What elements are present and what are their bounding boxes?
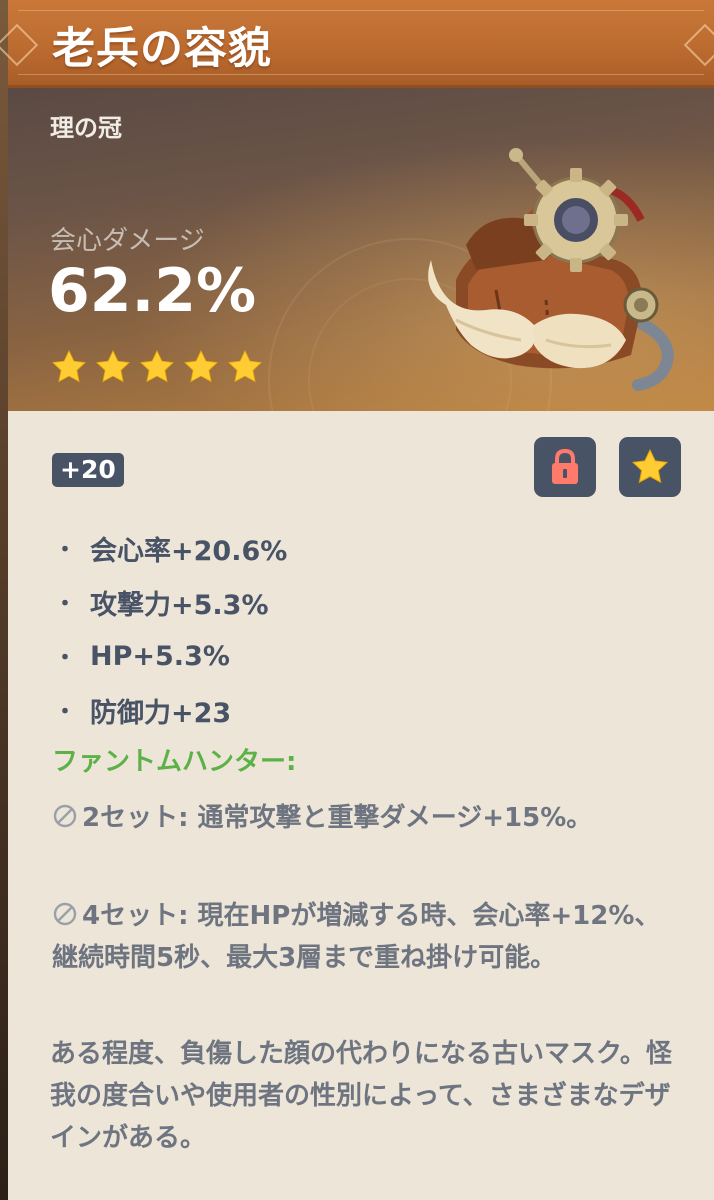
artifact-title: 老兵の容貌 xyxy=(52,24,272,74)
favorite-button[interactable] xyxy=(619,437,681,497)
set-bonus-2: 2セット: 通常攻撃と重撃ダメージ+15%。 xyxy=(52,797,682,839)
set-bonus-4-text: 4セット: 現在HPが増減する時、会心率+12%、継続時間5秒、最大3層まで重ね… xyxy=(52,901,661,973)
main-stat-value: 62.2% xyxy=(48,256,257,326)
inactive-bonus-icon xyxy=(53,902,77,926)
set-name: ファントムハンター: xyxy=(52,747,297,777)
star-icon xyxy=(631,448,669,484)
rarity-star-icon xyxy=(139,349,175,383)
lock-button[interactable] xyxy=(534,437,596,497)
artifact-description: ある程度、負傷した顔の代わりになる古いマスク。怪我の度合いや使用者の性別によって… xyxy=(50,1039,672,1153)
level-badge: +20 xyxy=(52,453,124,487)
substat-text: 防御力+23 xyxy=(90,697,232,729)
left-frame xyxy=(0,0,8,1200)
rarity-star-icon xyxy=(227,349,263,383)
bullet: ・ xyxy=(54,592,77,617)
artifact-slot-label: 理の冠 xyxy=(50,114,122,142)
bullet: ・ xyxy=(54,538,77,563)
rarity-star-icon xyxy=(51,349,87,383)
substat-text: HP+5.3% xyxy=(90,640,230,672)
set-bonus-2-text: 2セット: 通常攻撃と重撃ダメージ+15%。 xyxy=(82,803,593,833)
substat-list: ・会心率+20.6% ・攻撃力+5.3% ・ HP+5.3% ・防御力+23 xyxy=(54,521,287,737)
artifact-details: +20 ・会心率+20.6% ・攻撃力+5.3% ・ HP+5.3% ・防御力+23 フ… xyxy=(8,411,714,1200)
substat-item: ・攻撃力+5.3% xyxy=(54,575,287,629)
substat-text: 攻撃力+5.3% xyxy=(90,589,269,621)
bullet: ・ xyxy=(54,646,77,671)
rarity-star-icon xyxy=(183,349,219,383)
inactive-bonus-icon xyxy=(53,804,77,828)
substat-item: ・防御力+23 xyxy=(54,683,287,737)
substat-item: ・ HP+5.3% xyxy=(54,629,287,683)
substat-text: 会心率+20.6% xyxy=(90,535,288,567)
rarity-star-icon xyxy=(95,349,131,383)
bullet: ・ xyxy=(54,700,77,725)
set-bonus-4: 4セット: 現在HPが増減する時、会心率+12%、継続時間5秒、最大3層まで重ね… xyxy=(52,895,682,979)
substat-item: ・会心率+20.6% xyxy=(54,521,287,575)
main-stat-name: 会心ダメージ xyxy=(50,226,205,256)
artifact-header: 理の冠 会心ダメージ 62.2% xyxy=(8,88,714,411)
rarity-stars xyxy=(50,348,264,386)
lock-icon xyxy=(552,449,578,484)
title-bar: 老兵の容貌 xyxy=(0,0,714,88)
artifact-image xyxy=(428,148,675,391)
